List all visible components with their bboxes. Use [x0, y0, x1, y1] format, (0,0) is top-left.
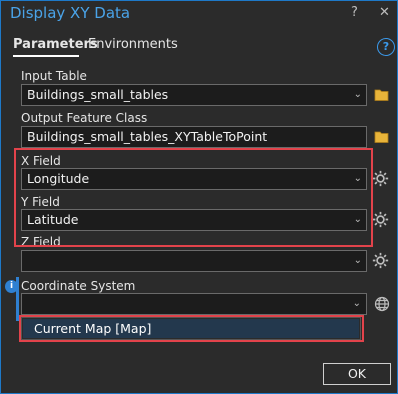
input-table-label: Input Table	[21, 69, 87, 83]
x-field-value: Longitude	[27, 171, 90, 186]
chevron-down-icon[interactable]: ⌄	[354, 251, 362, 271]
gear-icon[interactable]	[372, 170, 389, 187]
gear-icon[interactable]	[372, 252, 389, 269]
z-field-label: Z Field	[21, 235, 61, 245]
help-icon[interactable]: ?	[377, 38, 395, 56]
display-xy-data-dialog: Display XY Data ? ✕ Parameters Environme…	[0, 0, 398, 394]
chevron-down-icon[interactable]: ⌄	[354, 210, 362, 230]
x-field-select[interactable]: Longitude ⌄	[21, 168, 367, 190]
close-icon[interactable]: ✕	[379, 5, 390, 20]
coordinate-system-dropdown: Current Map [Map]	[21, 317, 361, 340]
folder-icon[interactable]	[374, 130, 390, 144]
input-table-value: Buildings_small_tables	[27, 87, 169, 102]
x-field-label: X Field	[21, 154, 61, 168]
y-field-label: Y Field	[21, 195, 60, 209]
window-title: Display XY Data	[10, 4, 131, 22]
info-icon[interactable]: i	[5, 280, 18, 293]
output-feature-class-field[interactable]: Buildings_small_tables_XYTableToPoint	[21, 126, 367, 148]
output-feature-class-label: Output Feature Class	[21, 111, 148, 125]
z-field-select[interactable]: ⌄	[21, 250, 367, 272]
input-table-field[interactable]: Buildings_small_tables ⌄	[21, 84, 367, 106]
output-feature-class-value: Buildings_small_tables_XYTableToPoint	[27, 129, 268, 144]
folder-icon[interactable]	[374, 88, 390, 102]
dropdown-option-current-map[interactable]: Current Map [Map]	[23, 319, 359, 338]
globe-icon[interactable]	[374, 296, 390, 312]
coordinate-system-select[interactable]: ⌄	[21, 293, 367, 315]
active-tab-underline	[13, 55, 79, 57]
title-bar: Display XY Data ? ✕	[1, 1, 397, 27]
chevron-down-icon[interactable]: ⌄	[354, 169, 362, 189]
gear-icon[interactable]	[372, 211, 389, 228]
ok-button[interactable]: OK	[323, 363, 391, 385]
coordinate-system-label: Coordinate System	[21, 279, 136, 293]
z-field-label-clip: Z Field	[21, 235, 351, 245]
y-field-value: Latitude	[27, 212, 79, 227]
window-help-button[interactable]: ?	[351, 5, 358, 20]
chevron-down-icon[interactable]: ⌄	[354, 85, 362, 105]
tab-parameters[interactable]: Parameters	[13, 37, 98, 52]
y-field-select[interactable]: Latitude ⌄	[21, 209, 367, 231]
tab-environments[interactable]: Environments	[88, 37, 178, 52]
xy-fields-highlight	[14, 148, 373, 247]
chevron-down-icon[interactable]: ⌄	[353, 294, 361, 314]
